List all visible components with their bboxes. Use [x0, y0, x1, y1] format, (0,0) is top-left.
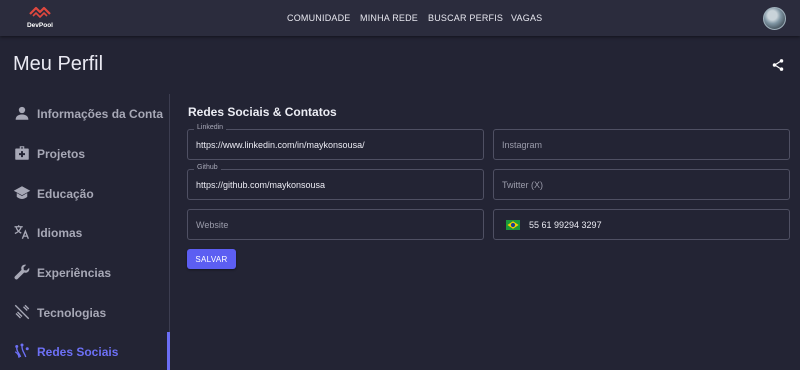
- sidebar-item-label: Tecnologias: [37, 306, 107, 320]
- sidebar-divider: [169, 94, 170, 370]
- sidebar-item-informacoes-conta[interactable]: Informações da Conta: [0, 94, 168, 132]
- sidebar-item-label: Redes Sociais: [37, 345, 119, 359]
- sidebar-item-educacao[interactable]: Educação: [0, 174, 168, 212]
- page-title: Meu Perfil: [13, 53, 104, 75]
- sidebar-item-tecnologias[interactable]: Tecnologias: [0, 293, 168, 331]
- social-network-icon: [14, 343, 29, 358]
- save-button[interactable]: SALVAR: [187, 249, 236, 269]
- person-icon: [15, 106, 29, 120]
- nav-minha-rede[interactable]: MINHA REDE: [360, 13, 418, 23]
- linkedin-value: https://www.linkedin.com/in/maykonsousa/: [196, 140, 365, 150]
- github-label: Github: [194, 164, 221, 171]
- section-title: Redes Sociais & Contatos: [188, 105, 337, 119]
- top-app-bar: DevPool COMUNIDADE MINHA REDE BUSCAR PER…: [0, 0, 800, 36]
- sidebar-item-label: Educação: [37, 187, 94, 201]
- instagram-placeholder: Instagram: [502, 140, 543, 150]
- medical-briefcase-icon: [15, 146, 29, 160]
- tools-off-icon: [14, 304, 30, 320]
- share-icon[interactable]: [771, 58, 785, 72]
- twitter-placeholder: Twitter (X): [502, 180, 544, 190]
- brazil-flag-icon[interactable]: [506, 220, 520, 230]
- nav-comunidade[interactable]: COMUNIDADE: [287, 13, 351, 23]
- sidebar-item-projetos[interactable]: Projetos: [0, 134, 168, 172]
- sidebar-item-redes-sociais[interactable]: Redes Sociais: [0, 332, 168, 370]
- user-avatar[interactable]: [763, 7, 786, 30]
- sidebar-item-idiomas[interactable]: Idiomas: [0, 213, 168, 251]
- linkedin-field[interactable]: Linkedin https://www.linkedin.com/in/may…: [187, 124, 484, 160]
- website-placeholder: Website: [196, 220, 229, 230]
- nav-vagas[interactable]: VAGAS: [511, 13, 542, 23]
- wrench-icon: [14, 264, 30, 280]
- sidebar-item-label: Experiências: [37, 266, 112, 280]
- translate-icon: [14, 225, 30, 240]
- sidebar-item-experiencias[interactable]: Experiências: [0, 253, 168, 291]
- profile-sidebar: Informações da Conta Projetos Educação I…: [0, 94, 170, 370]
- website-field[interactable]: Website: [187, 209, 484, 240]
- nav-buscar-perfis[interactable]: BUSCAR PERFIS: [428, 13, 503, 23]
- graduation-cap-icon: [13, 186, 31, 199]
- github-value: https://github.com/maykonsousa: [196, 180, 326, 190]
- github-field[interactable]: Github https://github.com/maykonsousa: [187, 164, 484, 200]
- active-indicator: [167, 332, 170, 370]
- instagram-field[interactable]: Instagram: [493, 129, 790, 160]
- linkedin-label: Linkedin: [194, 124, 227, 131]
- twitter-field[interactable]: Twitter (X): [493, 169, 790, 200]
- main-nav: COMUNIDADE MINHA REDE BUSCAR PERFIS VAGA…: [0, 0, 800, 36]
- sidebar-item-label: Informações da Conta: [37, 107, 164, 121]
- sidebar-item-label: Projetos: [37, 147, 86, 161]
- phone-field[interactable]: 55 61 99294 3297: [493, 209, 790, 240]
- sidebar-item-label: Idiomas: [37, 226, 83, 240]
- phone-value: 55 61 99294 3297: [529, 220, 602, 230]
